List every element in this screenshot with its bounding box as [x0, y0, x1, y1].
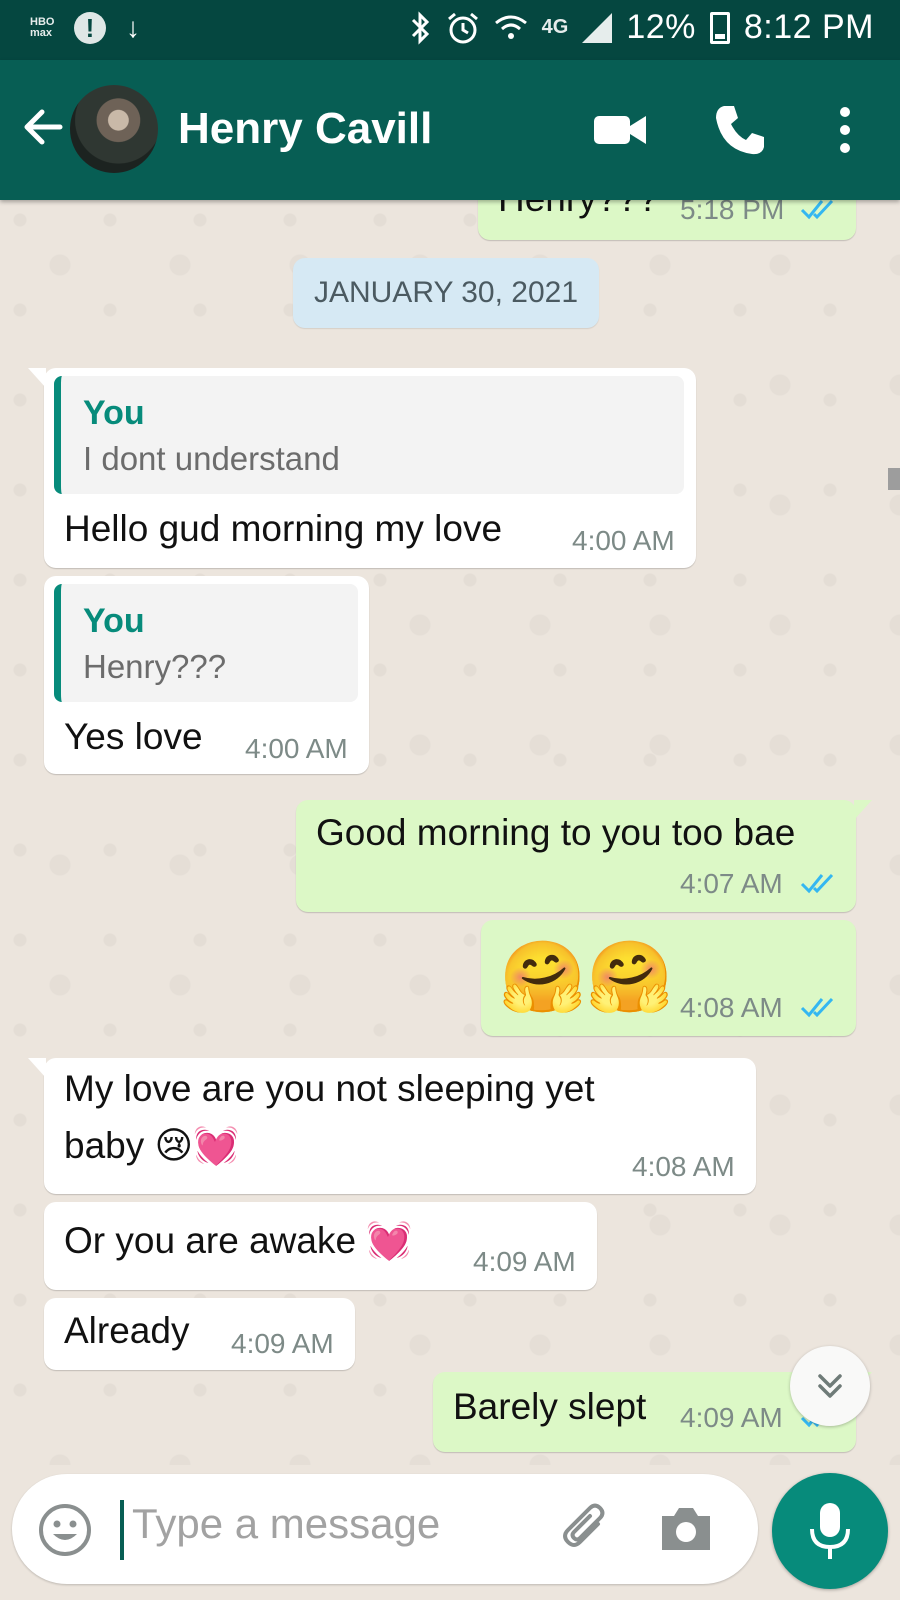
message-time: 5:18 PM: [680, 200, 785, 225]
camera-icon[interactable]: [658, 1504, 714, 1554]
more-options-icon[interactable]: [815, 100, 875, 160]
alert-icon: !: [74, 12, 106, 44]
message-input[interactable]: Type a message: [132, 1500, 440, 1548]
message-time: 4:09 AM: [680, 1402, 783, 1433]
message-time: 4:09 AM: [231, 1328, 334, 1359]
bluetooth-icon: [411, 10, 429, 45]
battery-icon: [709, 11, 730, 44]
message-text: Hello gud morning my love: [64, 508, 503, 549]
message-bubble-incoming[interactable]: You I dont understand Hello gud morning …: [28, 368, 696, 568]
wifi-icon: [494, 15, 527, 39]
mic-icon: [810, 1503, 850, 1559]
quote-text: Henry???: [83, 648, 227, 685]
message-text-line-1: My love are you not sleeping yet: [64, 1068, 595, 1109]
message-composer[interactable]: Type a message: [12, 1474, 758, 1584]
message-time: 4:00 AM: [245, 733, 348, 764]
message-text: Already: [64, 1310, 190, 1351]
date-divider: JANUARY 30, 2021: [293, 258, 599, 328]
quote-author: You: [83, 602, 145, 640]
download-icon: ↓: [126, 12, 140, 43]
message-bubble-incoming[interactable]: Or you are awake 💓 4:09 AM: [44, 1202, 597, 1290]
chat-header: Henry Cavill: [0, 60, 900, 200]
message-text: Or you are awake 💓: [64, 1220, 413, 1261]
read-receipt-icon: [800, 873, 834, 894]
video-call-icon[interactable]: [590, 100, 650, 160]
alarm-icon: [447, 12, 478, 43]
message-time: 4:00 AM: [572, 525, 675, 556]
message-time: 4:08 AM: [680, 992, 783, 1023]
hbo-max-badge: HBO max: [30, 16, 55, 39]
phone-icon[interactable]: [710, 100, 770, 160]
scroll-to-bottom-button[interactable]: [790, 1346, 870, 1426]
quote-text: I dont understand: [83, 440, 340, 477]
status-bar: HBO max ! ↓ 4G 12% 8:12 PM: [0, 0, 900, 60]
contact-name[interactable]: Henry Cavill: [178, 104, 432, 154]
quoted-message[interactable]: You I dont understand: [54, 376, 684, 494]
clock: 8:12 PM: [743, 8, 874, 46]
message-bubble-outgoing[interactable]: 🤗🤗 4:08 AM: [481, 920, 856, 1036]
scroll-down-icon: [818, 1374, 842, 1398]
message-text-line-2: baby 😢💓: [64, 1125, 240, 1166]
message-bubble-outgoing[interactable]: Good morning to you too bae 4:07 AM: [296, 800, 872, 912]
message-bubble-incoming[interactable]: Already 4:09 AM: [44, 1298, 355, 1370]
message-time: 4:07 AM: [680, 868, 783, 899]
message-text: Good morning to you too bae: [316, 812, 796, 853]
read-receipt-icon: [800, 200, 834, 220]
scrollbar-thumb[interactable]: [888, 468, 900, 490]
attach-icon[interactable]: [558, 1502, 614, 1558]
quoted-message[interactable]: You Henry???: [54, 584, 358, 702]
read-receipt-icon: [800, 997, 834, 1018]
battery-percent: 12%: [626, 8, 696, 46]
voice-message-button[interactable]: [772, 1473, 888, 1589]
text-cursor: [120, 1500, 124, 1560]
message-text: Henry???: [498, 200, 658, 220]
message-list[interactable]: Henry??? 5:18 PM JANUARY 30, 2021 You I …: [0, 200, 900, 1465]
emoji-icon[interactable]: [36, 1501, 94, 1559]
message-bubble-incoming[interactable]: You Henry??? Yes love 4:00 AM: [44, 576, 369, 774]
message-text: Barely slept: [453, 1386, 647, 1427]
message-time: 4:08 AM: [632, 1151, 735, 1182]
message-time: 4:09 AM: [473, 1246, 576, 1277]
message-emoji: 🤗🤗: [499, 938, 674, 1016]
message-text: Yes love: [64, 716, 203, 757]
quote-author: You: [83, 394, 145, 432]
contact-avatar[interactable]: [70, 85, 158, 173]
signal-icon: [582, 12, 613, 43]
message-bubble-outgoing[interactable]: Henry??? 5:18 PM: [478, 200, 856, 240]
back-arrow-icon[interactable]: [18, 102, 68, 152]
network-type-label: 4G: [541, 16, 569, 38]
message-bubble-incoming[interactable]: My love are you not sleeping yet baby 😢💓…: [28, 1058, 756, 1194]
